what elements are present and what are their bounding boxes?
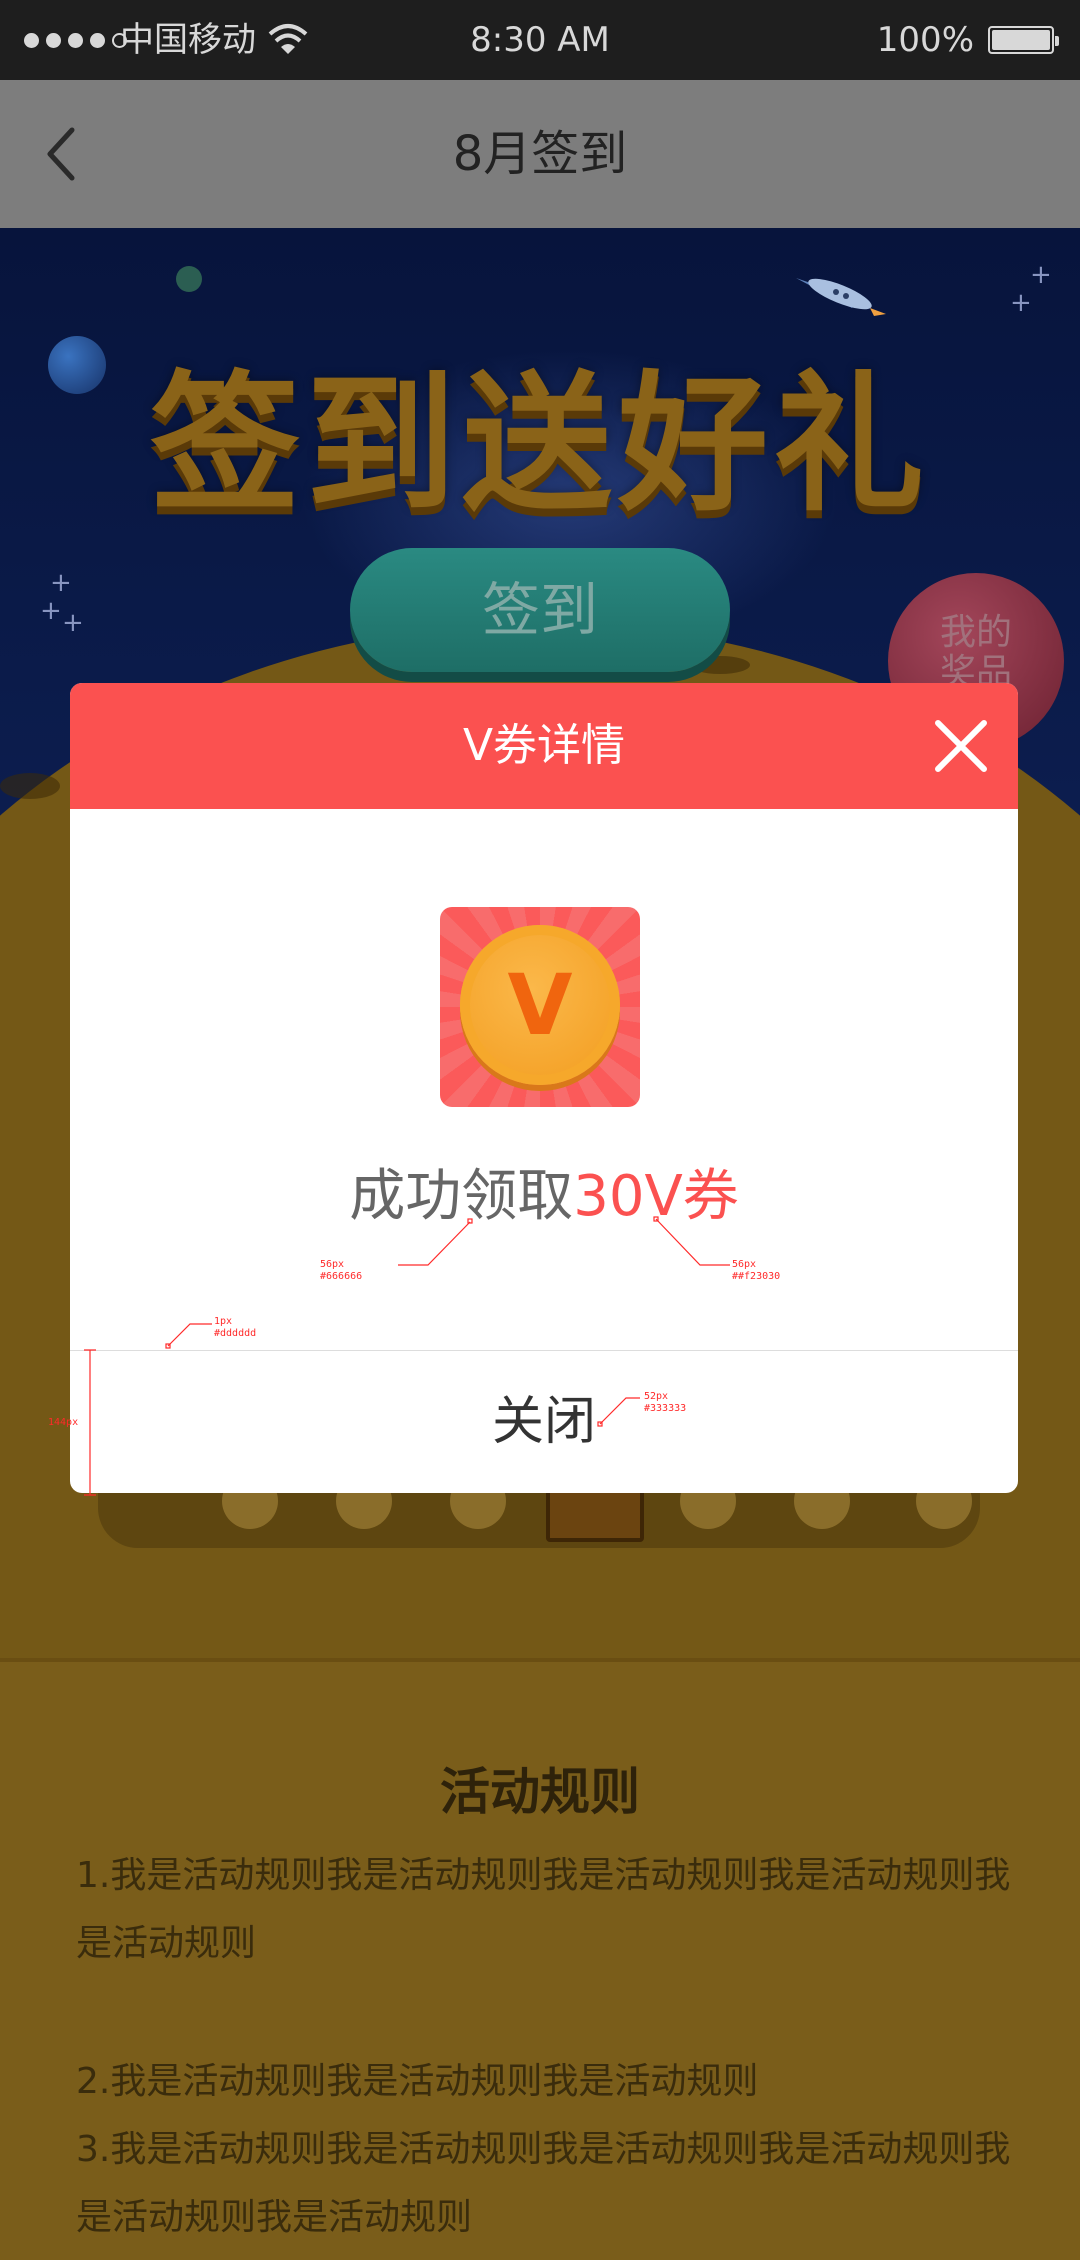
success-prefix: 成功领取 [349, 1164, 574, 1229]
annotation-label: 52px [644, 1391, 669, 1402]
annotation-label: ##f23030 [732, 1271, 781, 1282]
annotation-label: 56px [732, 1259, 757, 1270]
annotation-label: #666666 [320, 1271, 363, 1282]
success-message: 成功领取30V券 [70, 1151, 1018, 1232]
annotation-label: 144px [48, 1417, 79, 1428]
modal-header: V券详情 [70, 683, 1018, 809]
annotation-label: 56px [320, 1259, 345, 1270]
voucher-coin-icon: V [440, 907, 640, 1107]
success-amount: 30V券 [573, 1164, 739, 1229]
annotation-label: #333333 [644, 1403, 687, 1414]
coin-letter: V [507, 956, 573, 1054]
voucher-detail-modal: V券详情 V 成功领取30V券 关闭 [70, 683, 1018, 1493]
coin-icon: V [460, 925, 620, 1085]
annotation-label: #dddddd [214, 1328, 257, 1339]
modal-title: V券详情 [462, 720, 626, 771]
close-button[interactable]: 关闭 [70, 1351, 1018, 1493]
annotation-label: 1px [214, 1316, 233, 1327]
close-icon[interactable] [930, 715, 992, 777]
